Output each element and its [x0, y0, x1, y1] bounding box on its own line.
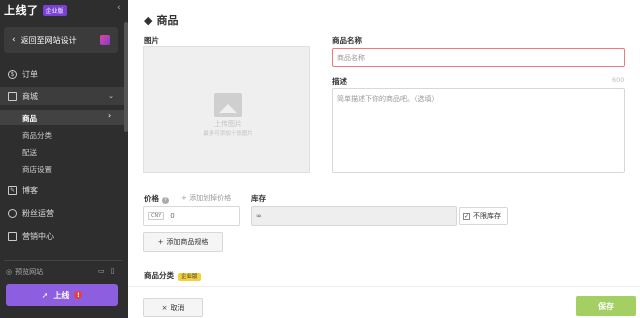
- sidebar-item-orders[interactable]: $ 订单: [8, 66, 118, 82]
- category-label-text: 商品分类: [144, 271, 174, 280]
- chevron-left-icon: ‹: [12, 35, 16, 45]
- price-label-text: 价格: [144, 194, 159, 203]
- preview-label: 预览网站: [15, 268, 44, 276]
- add-original-price-link[interactable]: + 添加划掉价格: [181, 193, 231, 203]
- price-input[interactable]: CNY 0: [143, 206, 240, 226]
- footer-divider: [128, 286, 640, 287]
- image-upload-placeholder: 上传图片 最多可添加十张图片: [196, 93, 260, 137]
- sidebar: 上线了 企业版 ‹ ‹ 返回至网站设计 $ 订单 商城 ⌄ 商品 › 商品分类 …: [0, 0, 128, 318]
- chevron-right-icon: ›: [108, 111, 112, 120]
- sidebar-divider: [4, 260, 122, 261]
- upload-image-hint: 最多可添加十张图片: [203, 131, 253, 137]
- unlimited-stock-label: 不限库存: [473, 212, 501, 220]
- sidebar-item-label: 订单: [22, 69, 38, 79]
- product-name-label: 商品名称: [332, 36, 362, 45]
- rocket-icon: ➚: [41, 290, 49, 300]
- store-icon: [8, 91, 17, 101]
- active-sub-item-highlight: [0, 110, 124, 125]
- dollar-icon: $: [8, 69, 17, 79]
- unlimited-stock-checkbox[interactable]: ✓: [463, 212, 470, 220]
- globe-icon: ◎: [6, 268, 13, 276]
- preview-device-toggles: ▭ ▯: [98, 267, 114, 275]
- sidebar-item-label: 博客: [22, 185, 38, 195]
- stock-value: ∞: [256, 212, 262, 220]
- product-editor: ◆ 商品 图片 上传图片 最多可添加十张图片 商品名称 商品名称 描述 600 …: [128, 0, 640, 318]
- enterprise-badge: 企业版: [178, 273, 201, 281]
- tag-icon: ◆: [144, 13, 153, 27]
- sidebar-sub-item-products[interactable]: 商品: [22, 113, 37, 124]
- currency-tag: CNY: [148, 212, 165, 220]
- sidebar-item-blog[interactable]: ✎ 博客: [8, 182, 118, 198]
- sidebar-item-label: 商城: [22, 91, 38, 101]
- launch-label: 上线: [53, 290, 70, 300]
- sidebar-item-marketing[interactable]: 营销中心: [8, 228, 118, 244]
- description-placeholder: 简单描述下你的商品吧。（选填）: [337, 95, 439, 103]
- help-icon[interactable]: ?: [162, 197, 169, 204]
- sidebar-sub-item-shipping[interactable]: 配送: [22, 147, 37, 158]
- mobile-icon[interactable]: ▯: [111, 267, 115, 275]
- upload-image-text: 上传图片: [214, 120, 242, 128]
- users-icon: [8, 208, 17, 218]
- unlimited-stock-toggle[interactable]: ✓ 不限库存: [459, 207, 508, 225]
- plus-icon: +: [157, 238, 164, 246]
- x-icon: ×: [161, 303, 168, 312]
- preview-site-link[interactable]: ◎ 预览网站: [6, 267, 43, 277]
- add-spec-label: 添加商品规格: [166, 238, 209, 246]
- sidebar-item-label: 营销中心: [22, 231, 54, 241]
- stock-input[interactable]: ∞: [251, 206, 457, 226]
- image-upload-area[interactable]: 上传图片 最多可添加十张图片: [143, 46, 310, 173]
- back-label: 返回至网站设计: [20, 35, 77, 45]
- sidebar-sub-item-categories[interactable]: 商品分类: [22, 130, 52, 141]
- logo: 上线了: [4, 4, 39, 17]
- chevron-down-icon: ⌄: [108, 92, 114, 100]
- edition-badge: 企业版: [42, 4, 67, 16]
- save-button[interactable]: 保存: [576, 296, 636, 316]
- product-name-placeholder: 商品名称: [337, 53, 365, 62]
- description-char-counter: 600: [612, 76, 625, 84]
- sidebar-item-store[interactable]: 商城 ⌄: [8, 88, 118, 104]
- save-label: 保存: [598, 301, 614, 311]
- image-placeholder-icon: [214, 93, 242, 117]
- sidebar-item-fans[interactable]: 粉丝运营: [8, 205, 118, 221]
- palette-icon: [100, 35, 110, 45]
- pen-icon: ✎: [8, 185, 17, 195]
- cancel-label: 取消: [170, 303, 185, 312]
- category-label: 商品分类 企业版: [144, 270, 201, 281]
- cancel-button[interactable]: × 取消: [143, 298, 203, 317]
- page-title-text: 商品: [156, 14, 179, 27]
- brand: 上线了 企业版: [4, 3, 67, 17]
- price-value: 0: [170, 212, 175, 220]
- description-textarea[interactable]: 简单描述下你的商品吧。（选填）: [332, 88, 625, 173]
- sidebar-sub-item-store-settings[interactable]: 商店设置: [22, 164, 52, 175]
- product-name-input[interactable]: 商品名称: [332, 48, 625, 67]
- stock-label: 库存: [251, 194, 266, 203]
- collapse-sidebar-icon[interactable]: ‹: [117, 3, 121, 13]
- back-to-site-design-button[interactable]: ‹ 返回至网站设计: [4, 27, 118, 53]
- megaphone-icon: [8, 231, 17, 241]
- description-label: 描述: [332, 77, 347, 86]
- add-product-spec-button[interactable]: + 添加商品规格: [143, 232, 223, 252]
- launch-button[interactable]: ➚ 上线 !: [6, 284, 118, 306]
- sidebar-item-label: 粉丝运营: [22, 208, 54, 218]
- desktop-icon[interactable]: ▭: [98, 267, 105, 275]
- alert-icon: !: [74, 291, 83, 299]
- page-title: ◆ 商品: [144, 12, 178, 28]
- image-label: 图片: [144, 36, 159, 45]
- price-label: 价格?: [144, 193, 169, 204]
